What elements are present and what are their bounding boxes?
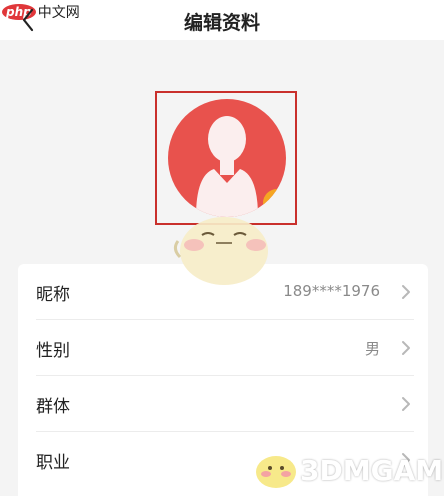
watermark-bottom: 3DMGAME (252, 446, 444, 494)
row-group[interactable]: 群体 (18, 376, 428, 432)
row-value: 189****1976 (283, 282, 380, 300)
page-title: 编辑资料 (183, 12, 260, 34)
chevron-right-icon (402, 341, 410, 355)
row-label: 性别 (36, 341, 70, 361)
mascot-decoration (173, 217, 268, 285)
chevron-right-icon (402, 285, 410, 299)
watermark-brand: 3DMGAME (300, 454, 444, 487)
edit-profile-page: php 中文网 编辑资料 昵称 189****1976 性别 男 群体 职业 3… (0, 0, 444, 496)
row-label: 群体 (36, 397, 70, 417)
avatar[interactable] (168, 99, 286, 217)
row-value: 男 (364, 340, 380, 358)
row-label: 昵称 (36, 285, 70, 305)
header-bar: php 中文网 编辑资料 (0, 0, 444, 40)
row-gender[interactable]: 性别 男 (18, 320, 428, 376)
row-label: 职业 (36, 453, 70, 473)
chevron-right-icon (402, 397, 410, 411)
mascot-logo (256, 456, 296, 488)
